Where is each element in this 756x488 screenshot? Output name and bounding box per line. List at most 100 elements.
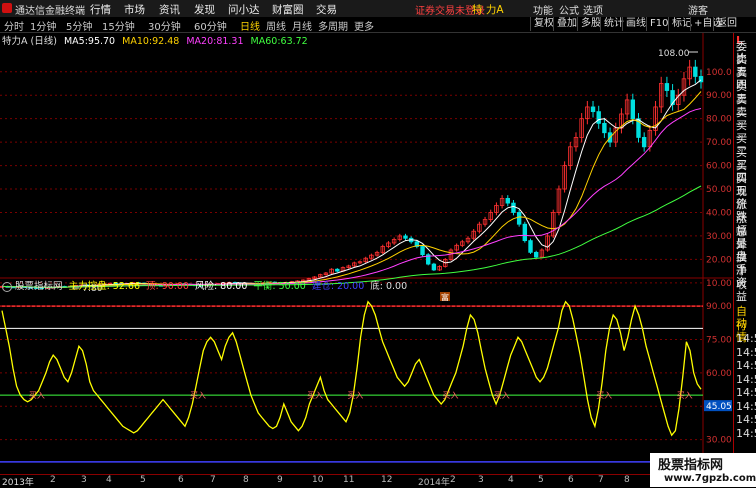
candle-body	[511, 202, 516, 213]
time-label-11: 12	[381, 475, 393, 485]
price-tick-6: 40.00	[706, 208, 732, 218]
time-label-15: 4	[508, 475, 514, 485]
time-label-19: 8	[624, 475, 630, 485]
time-label-7: 8	[243, 475, 249, 485]
indicator-values: 主力控盘: 52.66 顶: 90.00 风险: 80.00 平衡: 50.00…	[66, 281, 408, 292]
ma-item-0: MA5:95.70	[63, 36, 116, 47]
candle-body	[528, 240, 533, 253]
candle-body	[602, 122, 607, 134]
ma5-line	[1, 79, 702, 289]
indicator-item-1: 顶: 90.00	[143, 281, 189, 292]
tool-button-8[interactable]: 返回	[713, 17, 740, 31]
period-tab-3[interactable]: 15分钟	[102, 18, 135, 33]
menu-5[interactable]: 财富圈	[272, 2, 304, 17]
period-tab-0[interactable]: 分时	[4, 18, 24, 33]
indicator-item-2: 风险: 80.00	[191, 281, 248, 292]
buy-marker: 买入	[677, 391, 693, 400]
period-tab-9[interactable]: 多周期	[318, 18, 348, 33]
candle-body	[403, 235, 408, 239]
ma60-line	[1, 185, 702, 288]
price-panel-header: 特力A (日线) MA5:95.70 MA10:92.48 MA20:81.31…	[0, 33, 308, 47]
menu-0[interactable]: 行情	[90, 2, 111, 17]
candle-body	[590, 106, 596, 113]
period-tab-8[interactable]: 月线	[292, 18, 312, 33]
control-line	[1, 300, 702, 437]
high-label: 108.00	[658, 49, 690, 59]
candle-body	[641, 137, 647, 148]
watermark-url: www.7gpzb.com	[664, 473, 756, 484]
buy-marker: 买入	[596, 391, 612, 400]
menu-3[interactable]: 发现	[194, 2, 215, 17]
buy-marker: 买入	[347, 391, 363, 400]
time-label-14: 3	[478, 475, 484, 485]
period-tab-6[interactable]: 日线	[240, 18, 260, 33]
title-right-item-2[interactable]: 选项	[583, 2, 603, 17]
indicator-name[interactable]: 股票指标网	[15, 281, 63, 292]
price-tick-1: 90.00	[706, 91, 732, 101]
stock-period-label: 特力A (日线)	[2, 36, 57, 47]
ind-tick-0: 90.00	[706, 302, 732, 312]
event-marker-label: 富	[441, 292, 449, 302]
side-lower-9: 14:5	[736, 426, 756, 440]
price-tick-2: 80.00	[706, 115, 732, 125]
buy-marker: 买入	[29, 391, 45, 400]
period-tab-2[interactable]: 5分钟	[66, 18, 92, 33]
time-label-17: 6	[568, 475, 574, 485]
tool-button-4[interactable]: 画线	[622, 17, 649, 31]
candle-body	[693, 66, 698, 77]
ind-tick-4: 30.00	[706, 436, 732, 446]
candle-body	[596, 111, 601, 124]
time-axis: 2013年234567891011122014年234567891011	[0, 474, 733, 488]
candle-body	[533, 251, 539, 258]
title-bar: 通达信金融终端 行情 市场 资讯 发现 问小达 财富圈 交易 证券交易未登录 特 力A 功能…	[0, 0, 756, 18]
title-right-item-3[interactable]: 游客	[688, 2, 708, 17]
current-value: 45.05	[706, 402, 732, 412]
title-right-item-1[interactable]: 公式	[559, 2, 579, 17]
time-label-3: 4	[106, 475, 112, 485]
candle-body	[431, 263, 437, 271]
period-toolbar: 分时 1分钟 5分钟 15分钟 30分钟 60分钟 日线 周线 月线 多周期 更多 复权 叠加 多股 统计…	[0, 17, 756, 33]
indicator-item-3: 平衡: 50.00	[250, 281, 306, 292]
side-lower-5: 14:5	[736, 372, 756, 386]
time-label-18: 7	[598, 475, 604, 485]
time-label-1: 2	[50, 475, 56, 485]
price-tick-5: 50.00	[706, 185, 732, 195]
time-label-4: 5	[140, 475, 146, 485]
menu-1[interactable]: 市场	[124, 2, 145, 17]
buy-marker: 买入	[494, 391, 510, 400]
candle-body	[630, 99, 636, 120]
watermark-title: 股票指标网	[658, 458, 724, 473]
side-lower-6: 14:5	[736, 386, 756, 399]
menu-2[interactable]: 资讯	[159, 2, 180, 17]
time-label-2: 3	[81, 475, 87, 485]
quote-side-panel: L 委比 卖五 卖四 卖三 卖二 卖一 买一 买二 买三 买四 买五 现价 涨跌 涨幅 总量 外盘 换手 净资 收益…	[733, 33, 756, 487]
time-label-16: 5	[538, 475, 544, 485]
time-label-0: 2013年	[2, 478, 34, 488]
ind-tick-2: 60.00	[706, 369, 732, 379]
site-watermark: 股票指标网 www.7gpzb.com	[650, 453, 756, 487]
period-tab-7[interactable]: 周线	[266, 18, 286, 33]
buy-marker: 买入	[307, 391, 323, 400]
buy-marker: 买入	[442, 391, 458, 400]
menu-4[interactable]: 问小达	[228, 2, 260, 17]
period-tab-1[interactable]: 1分钟	[30, 18, 56, 33]
time-label-8: 9	[277, 475, 283, 485]
period-tab-4[interactable]: 30分钟	[148, 18, 181, 33]
title-right-item-0[interactable]: 功能	[533, 2, 553, 17]
indicator-header: 股票指标网 主力控盘: 52.66 顶: 90.00 风险: 80.00 平衡:…	[0, 278, 408, 292]
indicator-item-4: 建仓: 20.00	[308, 281, 365, 292]
indicator-item-5: 底: 0.00	[367, 281, 408, 292]
app-logo-icon	[2, 3, 12, 13]
period-tab-5[interactable]: 60分钟	[194, 18, 227, 33]
ma-item-2: MA20:81.31	[183, 36, 244, 47]
side-lower-8: 14:5	[736, 413, 756, 426]
candle-body	[516, 212, 522, 225]
menu-6[interactable]: 交易	[316, 2, 337, 17]
period-tab-10[interactable]: 更多	[354, 18, 374, 33]
kline-chart[interactable]: 100.0 90.00 80.00 70.00 60.00 50.00 40.00 30.00…	[0, 33, 733, 474]
app-title: 通达信金融终端	[15, 6, 85, 17]
time-label-9: 10	[312, 475, 324, 485]
tool-button-1[interactable]: 叠加	[553, 17, 580, 31]
buy-marker: 买入	[190, 391, 206, 400]
price-tick-4: 60.00	[706, 162, 732, 172]
